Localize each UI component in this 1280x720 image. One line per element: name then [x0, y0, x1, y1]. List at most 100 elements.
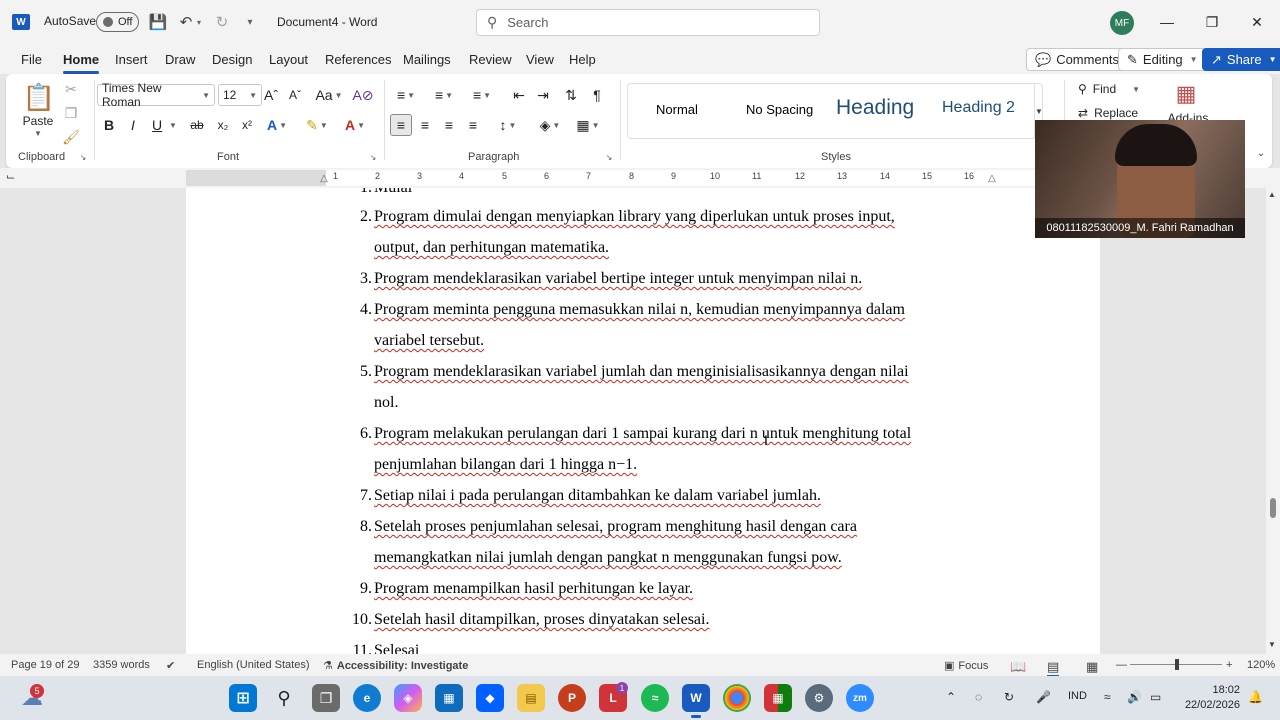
align-left-icon[interactable]: ≡: [390, 114, 412, 136]
grow-font-icon[interactable]: Aˆ: [260, 84, 282, 106]
focus-button[interactable]: ▣ Focus: [944, 659, 988, 673]
cut-icon[interactable]: ✂: [60, 78, 82, 100]
search-input[interactable]: ⚲ Search: [476, 9, 820, 36]
redo-icon[interactable]: ↻: [212, 12, 232, 32]
zoom-out-icon[interactable]: —: [1116, 659, 1127, 671]
microphone-icon[interactable]: 🎤: [1036, 690, 1051, 704]
increase-indent-icon[interactable]: ⇥: [532, 84, 554, 106]
spotify-icon[interactable]: ≈: [641, 684, 669, 712]
paragraph-launcher-icon[interactable]: ↘: [604, 152, 614, 162]
share-button[interactable]: ↗ Share ▼: [1202, 48, 1280, 71]
proofing-icon[interactable]: ✔: [166, 659, 175, 672]
minimize-icon[interactable]: —: [1155, 10, 1179, 34]
language-indicator[interactable]: English (United States): [197, 659, 310, 671]
numbering-icon[interactable]: ≡ ▼: [428, 84, 460, 106]
align-center-icon[interactable]: ≡: [414, 114, 436, 136]
font-color-icon[interactable]: A ▼: [340, 114, 370, 136]
style-heading-2[interactable]: Heading 2: [942, 99, 1015, 117]
task-view-icon[interactable]: ❐: [312, 684, 340, 712]
word-count[interactable]: 3359 words: [93, 659, 150, 671]
paste-icon[interactable]: 📋: [23, 80, 55, 114]
tab-review[interactable]: Review: [469, 52, 512, 67]
tray-app-icon[interactable]: ◌: [975, 690, 982, 704]
italic-icon[interactable]: I: [122, 114, 144, 136]
scrollbar-thumb[interactable]: [1270, 498, 1276, 518]
print-layout-icon[interactable]: ▤: [1047, 659, 1060, 677]
sync-icon[interactable]: ↻: [1004, 690, 1014, 704]
bold-icon[interactable]: B: [98, 114, 120, 136]
indent-marker-icon[interactable]: △: [318, 170, 330, 186]
comments-button[interactable]: 💬 Comments: [1026, 48, 1129, 71]
settings-icon[interactable]: ⚙: [805, 684, 833, 712]
tab-design[interactable]: Design: [212, 52, 252, 67]
vertical-scrollbar[interactable]: ▲ ▼: [1266, 188, 1280, 654]
edge-icon[interactable]: e: [353, 684, 381, 712]
tab-layout[interactable]: Layout: [269, 52, 308, 67]
customize-toolbar-icon[interactable]: ▾: [240, 12, 260, 32]
read-mode-icon[interactable]: 📖: [1010, 659, 1026, 675]
underline-icon[interactable]: U: [146, 114, 168, 136]
user-avatar[interactable]: MF: [1110, 11, 1134, 35]
close-icon[interactable]: ✕: [1245, 10, 1269, 34]
chrome-icon[interactable]: [723, 684, 751, 712]
paste-button-label[interactable]: Paste: [20, 114, 56, 128]
style-normal[interactable]: Normal: [656, 102, 698, 117]
show-formatting-icon[interactable]: ¶: [586, 84, 608, 106]
battery-icon[interactable]: ▭: [1150, 690, 1161, 704]
autosave-toggle[interactable]: Off: [96, 12, 139, 32]
justify-icon[interactable]: ≡: [462, 114, 484, 136]
collapse-ribbon-icon[interactable]: ⌄: [1254, 146, 1268, 160]
style-heading[interactable]: Heading: [836, 96, 914, 120]
strikethrough-icon[interactable]: ab: [186, 114, 208, 136]
superscript-icon[interactable]: x²: [236, 114, 258, 136]
format-painter-icon[interactable]: 🖌: [60, 126, 82, 148]
tab-home[interactable]: Home: [63, 52, 99, 67]
style-no-spacing[interactable]: No Spacing: [746, 102, 813, 117]
shrink-font-icon[interactable]: Aˇ: [284, 84, 306, 106]
page-count[interactable]: Page 19 of 29: [11, 659, 80, 671]
tab-mailings[interactable]: Mailings: [403, 52, 451, 67]
scroll-down-icon[interactable]: ▼: [1268, 640, 1276, 649]
save-icon[interactable]: 💾: [148, 12, 168, 32]
find-button[interactable]: ⚲ Find ▼: [1078, 80, 1140, 98]
scroll-up-icon[interactable]: ▲: [1268, 190, 1276, 199]
multilevel-list-icon[interactable]: ≡ ▼: [466, 84, 498, 106]
volume-icon[interactable]: 🔊: [1127, 690, 1142, 704]
tab-references[interactable]: References: [325, 52, 391, 67]
clear-formatting-icon[interactable]: A⊘: [352, 84, 374, 106]
borders-icon[interactable]: ▦ ▼: [572, 114, 604, 136]
bullets-icon[interactable]: ≡ ▼: [390, 84, 422, 106]
office-apps-icon[interactable]: ▦: [764, 684, 792, 712]
zoom-in-icon[interactable]: +: [1226, 659, 1232, 671]
document-page[interactable]: 1. Mulai 2. Program dimulai dengan menyi…: [186, 188, 1100, 654]
system-clock[interactable]: 18:02 22/02/2026: [1176, 683, 1240, 713]
notifications-icon[interactable]: 🔔: [1248, 690, 1263, 704]
highlight-icon[interactable]: ✎ ▼: [302, 114, 332, 136]
sort-icon[interactable]: ⇅: [560, 84, 582, 106]
subscript-icon[interactable]: x₂: [212, 114, 234, 136]
align-right-icon[interactable]: ≡: [438, 114, 460, 136]
file-explorer-icon[interactable]: ▤: [517, 684, 545, 712]
undo-dropdown-icon[interactable]: ▾: [194, 12, 204, 32]
input-language[interactable]: IND: [1068, 690, 1087, 702]
right-indent-marker-icon[interactable]: △: [986, 170, 998, 186]
start-icon[interactable]: ⊞: [229, 684, 257, 712]
tab-insert[interactable]: Insert: [115, 52, 148, 67]
web-layout-icon[interactable]: ▦: [1086, 659, 1098, 675]
copilot-icon[interactable]: ◈: [394, 684, 422, 712]
dropbox-icon[interactable]: ◆: [476, 684, 504, 712]
tab-file[interactable]: File: [21, 52, 42, 67]
decrease-indent-icon[interactable]: ⇤: [508, 84, 530, 106]
tab-view[interactable]: View: [526, 52, 554, 67]
tab-help[interactable]: Help: [569, 52, 596, 67]
zoom-level[interactable]: 120%: [1247, 659, 1275, 671]
powerpoint-icon[interactable]: P: [558, 684, 586, 712]
video-call-overlay[interactable]: 08011182530009_M. Fahri Ramadhan: [1035, 120, 1245, 238]
change-case-icon[interactable]: Aa ▼: [314, 84, 344, 106]
copy-icon[interactable]: ❐: [60, 102, 82, 124]
tab-draw[interactable]: Draw: [165, 52, 195, 67]
restore-icon[interactable]: ❐: [1200, 10, 1224, 34]
undo-icon[interactable]: ↶: [176, 12, 196, 32]
underline-dropdown-icon[interactable]: ▼: [168, 120, 178, 130]
font-size-select[interactable]: 12 ▼: [218, 84, 262, 106]
